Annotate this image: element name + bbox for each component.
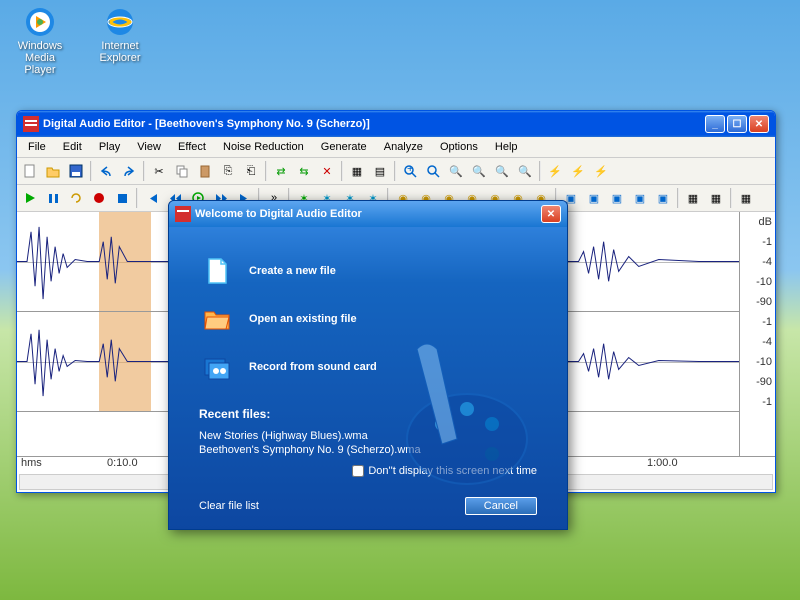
maximize-button[interactable]: ☐ xyxy=(727,115,747,133)
menu-view[interactable]: View xyxy=(130,139,168,155)
zoom-icon[interactable]: 🔍 xyxy=(445,160,467,182)
fx-icon[interactable]: ▦ xyxy=(735,187,757,209)
cut-icon[interactable]: ✂ xyxy=(148,160,170,182)
zoom-in-icon[interactable]: + xyxy=(399,160,421,182)
tool-icon[interactable]: ⚡ xyxy=(567,160,589,182)
zoom-icon[interactable]: 🔍 xyxy=(514,160,536,182)
tool-icon[interactable]: ▦ xyxy=(346,160,368,182)
app-icon xyxy=(175,206,191,222)
tool-icon[interactable]: ⇄ xyxy=(270,160,292,182)
zoom-icon[interactable]: 🔍 xyxy=(468,160,490,182)
option-create-file[interactable]: Create a new file xyxy=(199,247,537,295)
desktop-icon-ie[interactable]: Internet Explorer xyxy=(88,6,152,64)
option-label: Open an existing file xyxy=(249,313,357,325)
cancel-button[interactable]: Cancel xyxy=(465,497,537,515)
option-label: Create a new file xyxy=(249,265,336,277)
new-file-icon xyxy=(203,257,231,285)
fx-icon[interactable]: ▦ xyxy=(705,187,727,209)
clear-file-list-link[interactable]: Clear file list xyxy=(199,500,259,512)
open-icon[interactable] xyxy=(42,160,64,182)
tool-icon[interactable]: ⎘ xyxy=(217,160,239,182)
play-icon[interactable] xyxy=(19,187,41,209)
menu-file[interactable]: File xyxy=(21,139,53,155)
menu-analyze[interactable]: Analyze xyxy=(377,139,430,155)
undo-icon[interactable] xyxy=(95,160,117,182)
menu-edit[interactable]: Edit xyxy=(56,139,89,155)
skip-start-icon[interactable] xyxy=(141,187,163,209)
zoom-icon[interactable]: 🔍 xyxy=(491,160,513,182)
pause-icon[interactable] xyxy=(42,187,64,209)
zoom-out-icon[interactable] xyxy=(422,160,444,182)
copy-icon[interactable] xyxy=(171,160,193,182)
stop-icon[interactable] xyxy=(111,187,133,209)
tool-icon[interactable]: ▤ xyxy=(369,160,391,182)
fx-icon[interactable]: ▣ xyxy=(652,187,674,209)
desktop-icon-wmp[interactable]: Windows Media Player xyxy=(8,6,72,76)
new-icon[interactable] xyxy=(19,160,41,182)
tool-icon[interactable]: ⇆ xyxy=(293,160,315,182)
toolbar-file: ✂ ⎘ ⎗ ⇄ ⇆ ✕ ▦ ▤ + 🔍 🔍 🔍 🔍 ⚡ ⚡ ⚡ xyxy=(17,158,775,185)
record-card-icon xyxy=(203,353,231,381)
close-button[interactable]: ✕ xyxy=(749,115,769,133)
menu-help[interactable]: Help xyxy=(488,139,525,155)
desktop-icon-label: Internet Explorer xyxy=(88,40,152,64)
app-icon xyxy=(23,116,39,132)
window-title: Digital Audio Editor - [Beethoven's Symp… xyxy=(43,118,705,130)
loop-icon[interactable] xyxy=(65,187,87,209)
dialog-titlebar[interactable]: Welcome to Digital Audio Editor ✕ xyxy=(169,201,567,227)
welcome-dialog: Welcome to Digital Audio Editor ✕ Create… xyxy=(168,200,568,530)
menu-effect[interactable]: Effect xyxy=(171,139,213,155)
dialog-close-button[interactable]: ✕ xyxy=(541,205,561,223)
wmp-icon xyxy=(24,6,56,38)
desktop-icon-label: Windows Media Player xyxy=(8,40,72,76)
palette-decoration-icon xyxy=(357,329,537,489)
fx-icon[interactable]: ▣ xyxy=(606,187,628,209)
titlebar[interactable]: Digital Audio Editor - [Beethoven's Symp… xyxy=(17,111,775,137)
tool-icon[interactable]: ⎗ xyxy=(240,160,262,182)
redo-icon[interactable] xyxy=(118,160,140,182)
dialog-title: Welcome to Digital Audio Editor xyxy=(195,208,541,220)
tool-icon[interactable]: ⚡ xyxy=(544,160,566,182)
paste-icon[interactable] xyxy=(194,160,216,182)
menu-options[interactable]: Options xyxy=(433,139,485,155)
menu-generate[interactable]: Generate xyxy=(314,139,374,155)
menubar: File Edit Play View Effect Noise Reducti… xyxy=(17,137,775,158)
fx-icon[interactable]: ▦ xyxy=(682,187,704,209)
tool-icon[interactable]: ⚡ xyxy=(590,160,612,182)
menu-play[interactable]: Play xyxy=(92,139,127,155)
save-icon[interactable] xyxy=(65,160,87,182)
svg-text:+: + xyxy=(407,164,413,175)
fx-icon[interactable]: ▣ xyxy=(629,187,651,209)
menu-noise-reduction[interactable]: Noise Reduction xyxy=(216,139,311,155)
ie-icon xyxy=(104,6,136,38)
open-folder-icon xyxy=(203,305,231,333)
db-scale: dB -1 -4 -10 -90 -1 -4 -10 -90 -1 xyxy=(739,212,775,456)
record-icon[interactable] xyxy=(88,187,110,209)
minimize-button[interactable]: _ xyxy=(705,115,725,133)
delete-icon[interactable]: ✕ xyxy=(316,160,338,182)
fx-icon[interactable]: ▣ xyxy=(583,187,605,209)
